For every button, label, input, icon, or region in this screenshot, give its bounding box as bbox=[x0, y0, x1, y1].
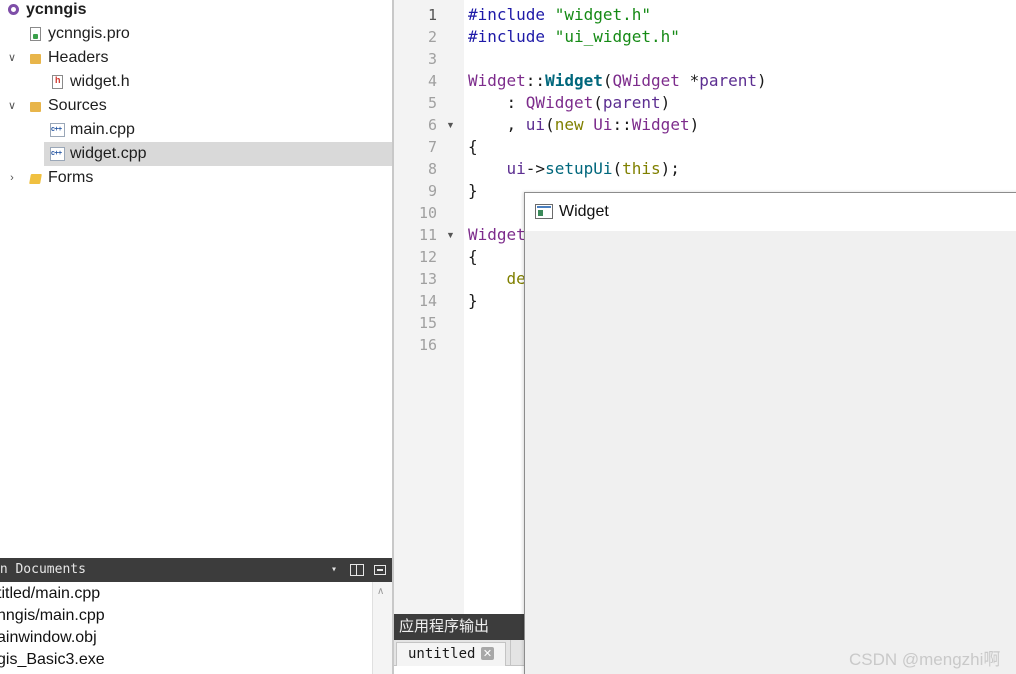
tree-item-label: Sources bbox=[48, 97, 107, 114]
list-item[interactable]: nngis/main.cpp bbox=[0, 605, 105, 627]
tab-untitled[interactable]: untitled ✕ bbox=[396, 642, 506, 666]
code-line: } bbox=[468, 181, 478, 200]
tree-item-forms[interactable]: › Forms bbox=[0, 166, 392, 190]
line-number: 11 bbox=[418, 226, 437, 244]
open-documents-scrollbar[interactable]: ∧ bbox=[372, 582, 392, 674]
open-documents-list: titled/main.cpp nngis/main.cpp ainwindow… bbox=[0, 582, 372, 674]
line-number: 2 bbox=[427, 28, 437, 46]
line-number: 9 bbox=[427, 182, 437, 200]
tree-item-pro-file[interactable]: ycnngis.pro bbox=[0, 22, 392, 46]
widget-client-area[interactable] bbox=[525, 231, 1016, 674]
chevron-down-icon[interactable]: ∨ bbox=[6, 94, 18, 118]
tree-item-label: Forms bbox=[48, 169, 94, 186]
close-tab-icon[interactable]: ✕ bbox=[481, 647, 494, 660]
line-number: 10 bbox=[418, 204, 437, 222]
tree-item-sources[interactable]: ∨ Sources bbox=[0, 94, 392, 118]
project-tree: ycnngis ycnngis.pro ∨ Headers widget.h ∨… bbox=[0, 0, 392, 558]
folder-icon bbox=[30, 54, 41, 64]
header-file-icon bbox=[52, 74, 63, 89]
line-number: 14 bbox=[418, 292, 437, 310]
line-number: 15 bbox=[418, 314, 437, 332]
tab-label: untitled bbox=[408, 646, 476, 662]
line-number: 7 bbox=[427, 138, 437, 156]
split-view-icon[interactable] bbox=[350, 564, 364, 576]
code-line: Widget bbox=[468, 225, 526, 244]
cpp-file-icon bbox=[50, 147, 65, 161]
code-line: Widget::Widget(QWidget *parent) bbox=[468, 71, 767, 90]
widget-window-title: Widget bbox=[559, 203, 609, 220]
open-documents-title: en Documents bbox=[0, 562, 86, 577]
tree-item-label: ycnngis bbox=[26, 1, 87, 18]
code-line: , ui(new Ui::Widget) bbox=[468, 115, 700, 134]
tree-item-label: Headers bbox=[48, 49, 109, 66]
code-line: : QWidget(parent) bbox=[468, 93, 671, 112]
code-line: { bbox=[468, 137, 478, 156]
code-line: de bbox=[506, 269, 526, 288]
code-line: { bbox=[468, 247, 478, 266]
code-line: ui->setupUi(this); bbox=[506, 159, 680, 178]
line-number: 16 bbox=[418, 336, 437, 354]
list-item[interactable]: titled/main.cpp bbox=[0, 583, 100, 605]
app-output-body bbox=[394, 666, 526, 674]
tree-item-main-cpp[interactable]: main.cpp bbox=[0, 118, 392, 142]
app-output-header: 应用程序输出 bbox=[394, 614, 526, 640]
tree-item-label: main.cpp bbox=[70, 121, 135, 138]
window-app-icon bbox=[535, 204, 553, 219]
line-number: 4 bbox=[427, 72, 437, 90]
tree-item-project-root[interactable]: ycnngis bbox=[0, 0, 392, 22]
line-number: 5 bbox=[427, 94, 437, 112]
cpp-file-icon bbox=[50, 123, 65, 137]
forms-folder-icon bbox=[29, 174, 42, 184]
fold-marker-icon[interactable]: ▼ bbox=[446, 114, 455, 136]
line-number: 8 bbox=[427, 160, 437, 178]
project-gear-icon bbox=[8, 4, 19, 15]
tree-item-widget-h[interactable]: widget.h bbox=[0, 70, 392, 94]
tree-item-label: widget.h bbox=[70, 73, 130, 90]
code-line: #include "ui_widget.h" bbox=[468, 27, 680, 46]
close-pane-icon[interactable] bbox=[374, 565, 386, 575]
watermark: CSDN @mengzhi啊 bbox=[849, 650, 1001, 669]
line-number: 1 bbox=[427, 6, 437, 24]
widget-window[interactable]: Widget bbox=[524, 192, 1016, 674]
line-number: 3 bbox=[427, 50, 437, 68]
app-output-title: 应用程序输出 bbox=[399, 618, 490, 635]
chevron-up-icon[interactable]: ∧ bbox=[377, 586, 384, 597]
fold-marker-icon[interactable]: ▼ bbox=[446, 224, 455, 246]
code-line: } bbox=[468, 291, 478, 310]
list-item[interactable]: ainwindow.obj bbox=[0, 627, 97, 649]
line-number: 12 bbox=[418, 248, 437, 266]
tree-item-label: widget.cpp bbox=[70, 145, 147, 162]
chevron-down-icon[interactable]: ▾ bbox=[331, 558, 337, 582]
app-output-tabbar: untitled ✕ bbox=[394, 640, 526, 666]
list-item[interactable]: gis_Basic3.exe bbox=[0, 649, 105, 671]
code-line: #include "widget.h" bbox=[468, 5, 652, 24]
tree-item-label: ycnngis.pro bbox=[48, 25, 130, 42]
line-number: 13 bbox=[418, 270, 437, 288]
tree-item-widget-cpp[interactable]: widget.cpp bbox=[44, 142, 392, 166]
widget-titlebar[interactable]: Widget bbox=[525, 193, 1016, 231]
tree-item-headers[interactable]: ∨ Headers bbox=[0, 46, 392, 70]
line-number: 6 bbox=[427, 116, 437, 134]
chevron-down-icon[interactable]: ∨ bbox=[6, 46, 18, 70]
folder-icon bbox=[30, 102, 41, 112]
pro-file-icon bbox=[30, 27, 41, 41]
divider bbox=[510, 640, 511, 666]
chevron-right-icon[interactable]: › bbox=[6, 166, 18, 190]
open-documents-header: en Documents ▾ bbox=[0, 558, 392, 582]
